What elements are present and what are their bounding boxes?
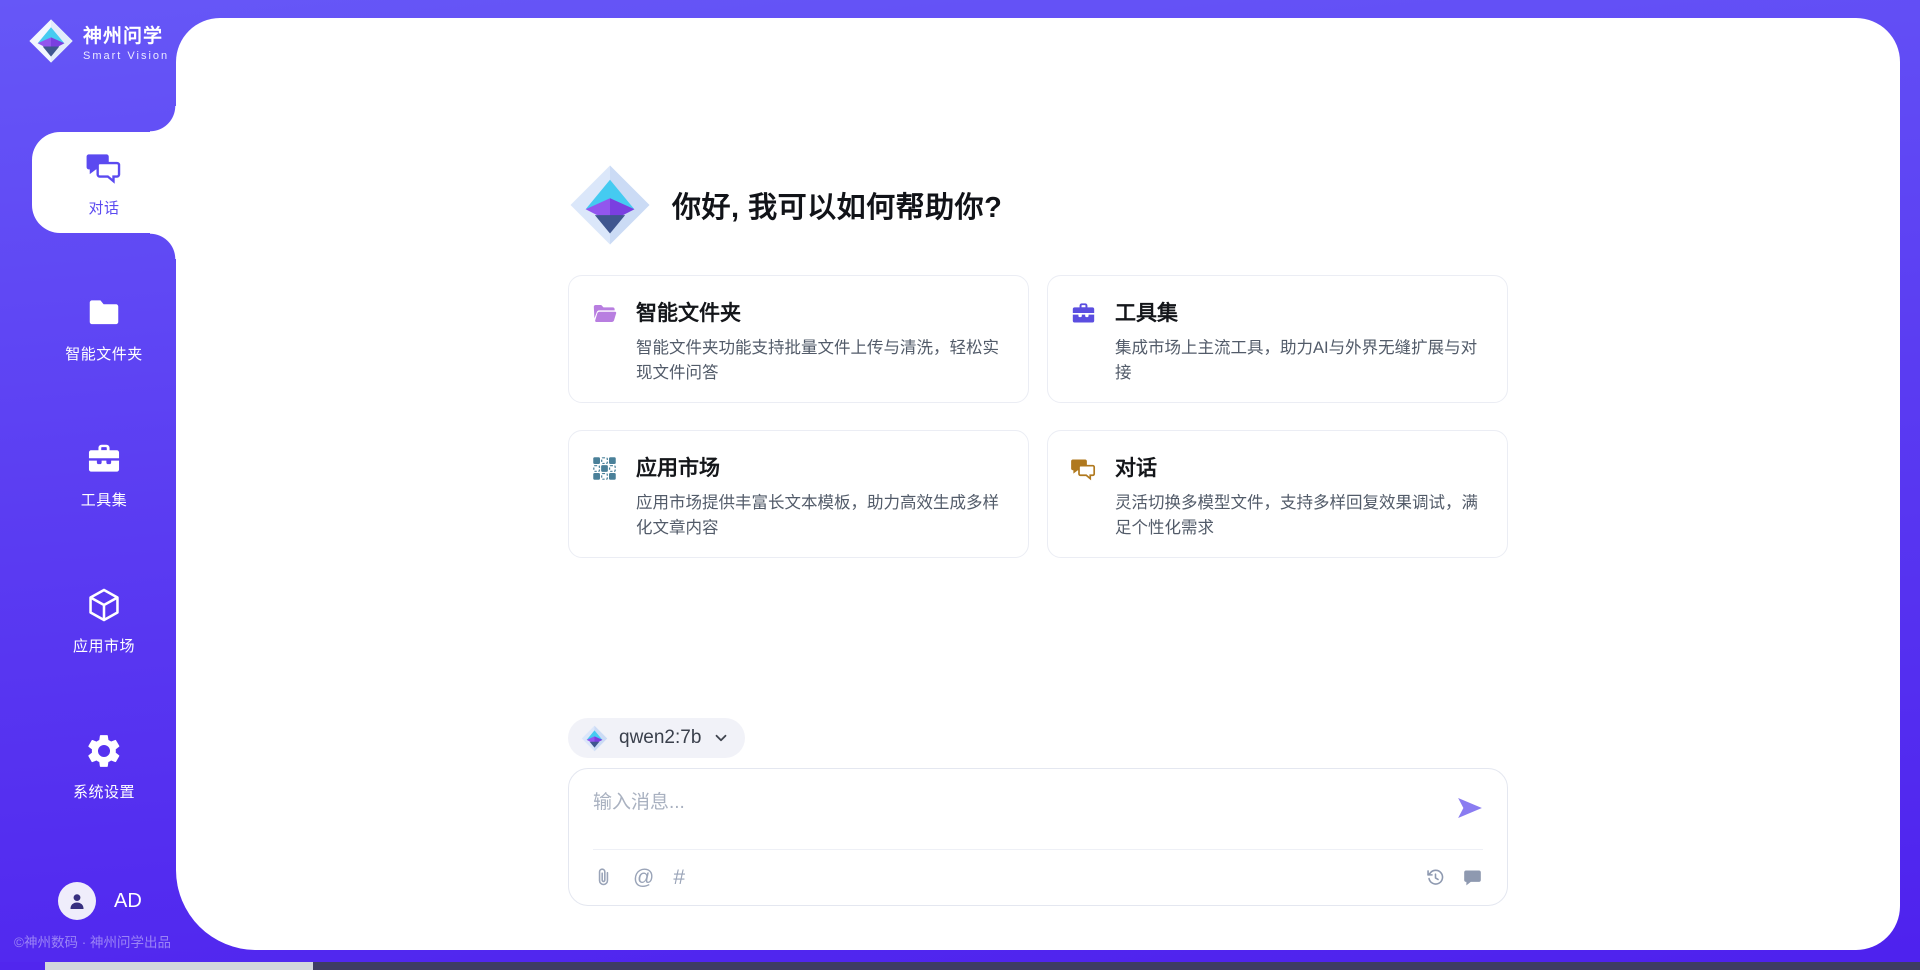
briefcase-icon xyxy=(1070,300,1097,402)
horizontal-scrollbar[interactable] xyxy=(0,962,1920,970)
brand: 神州问学 Smart Vision xyxy=(28,18,169,64)
send-plane-icon xyxy=(1455,793,1485,823)
greeting: 你好, 我可以如何帮助你? xyxy=(568,163,1002,247)
send-button[interactable] xyxy=(1455,793,1485,823)
copyright-footer: ©神州数码 · 神州问学出品 xyxy=(14,931,171,951)
sidebar-item-smart-folder[interactable]: 智能文件夹 xyxy=(32,278,176,379)
card-description: 集成市场上主流工具，助力AI与外界无缝扩展与对接 xyxy=(1115,336,1481,386)
sidebar-item-label: 对话 xyxy=(88,197,119,218)
card-description: 灵活切换多模型文件，支持多样回复效果调试，满足个性化需求 xyxy=(1115,491,1481,541)
folder-icon xyxy=(85,294,123,332)
greeting-text: 你好, 我可以如何帮助你? xyxy=(672,184,1002,226)
sidebar-item-toolbox[interactable]: 工具集 xyxy=(32,424,176,525)
scrollbar-gap xyxy=(0,962,45,970)
scrollbar-thumb[interactable] xyxy=(45,962,313,970)
folder-open-icon xyxy=(591,300,618,402)
chat-bubbles-icon xyxy=(1070,455,1097,557)
model-selector[interactable]: qwen2:7b xyxy=(568,718,745,758)
gem-diamond-icon xyxy=(581,725,608,752)
user-initials: AD xyxy=(114,890,142,913)
sidebar-item-settings[interactable]: 系统设置 xyxy=(32,716,176,817)
sidebar: 神州问学 Smart Vision 对话 智能文件夹 xyxy=(0,0,176,970)
paperclip-icon xyxy=(593,867,614,888)
at-mention-button[interactable]: @ xyxy=(633,867,654,888)
gear-icon xyxy=(85,732,123,770)
sidebar-item-label: 系统设置 xyxy=(73,781,135,802)
hash-topic-button[interactable]: # xyxy=(673,867,685,888)
sidebar-item-label: 智能文件夹 xyxy=(65,343,143,364)
attach-file-button[interactable] xyxy=(593,867,614,888)
avatar xyxy=(58,882,96,920)
chat-bubble-icon xyxy=(1462,867,1483,888)
sidebar-item-label: 工具集 xyxy=(81,489,128,510)
card-title: 应用市场 xyxy=(636,452,1002,482)
sidebar-item-chat[interactable]: 对话 xyxy=(32,132,176,233)
gem-diamond-icon xyxy=(28,18,74,64)
toolbox-icon xyxy=(85,440,123,478)
sidebar-item-app-market[interactable]: 应用市场 xyxy=(32,570,176,671)
card-title: 工具集 xyxy=(1115,297,1481,327)
brand-subtitle: Smart Vision xyxy=(83,50,169,62)
cube-icon xyxy=(85,586,123,624)
card-smart-folder[interactable]: 智能文件夹 智能文件夹功能支持批量文件上传与清洗，轻松实现文件问答 xyxy=(568,275,1029,403)
message-input[interactable] xyxy=(593,787,1413,845)
card-description: 智能文件夹功能支持批量文件上传与清洗，轻松实现文件问答 xyxy=(636,336,1002,386)
chevron-down-icon xyxy=(712,729,730,747)
sidebar-nav: 对话 智能文件夹 工具集 xyxy=(0,132,176,862)
card-title: 智能文件夹 xyxy=(636,297,1002,327)
brand-name: 神州问学 xyxy=(83,21,169,48)
user-profile[interactable]: AD xyxy=(58,882,142,920)
history-button[interactable] xyxy=(1425,867,1446,888)
new-chat-button[interactable] xyxy=(1462,867,1483,888)
chat-bubbles-icon xyxy=(85,148,123,186)
grid-icon xyxy=(591,455,618,557)
history-icon xyxy=(1425,867,1446,888)
model-name: qwen2:7b xyxy=(619,727,701,749)
sidebar-item-label: 应用市场 xyxy=(73,635,135,656)
card-chat[interactable]: 对话 灵活切换多模型文件，支持多样回复效果调试，满足个性化需求 xyxy=(1047,430,1508,558)
person-icon xyxy=(65,889,89,913)
card-title: 对话 xyxy=(1115,452,1481,482)
feature-cards: 智能文件夹 智能文件夹功能支持批量文件上传与清洗，轻松实现文件问答 工具集 集成… xyxy=(568,275,1508,558)
main-panel: 你好, 我可以如何帮助你? 智能文件夹 智能文件夹功能支持批量文件上传与清洗，轻… xyxy=(176,18,1900,950)
card-description: 应用市场提供丰富长文本模板，助力高效生成多样化文章内容 xyxy=(636,491,1002,541)
composer-toolbar: @ # xyxy=(593,849,1483,905)
card-app-market[interactable]: 应用市场 应用市场提供丰富长文本模板，助力高效生成多样化文章内容 xyxy=(568,430,1029,558)
gem-diamond-icon xyxy=(568,163,652,247)
message-composer: @ # xyxy=(568,768,1508,906)
card-toolbox[interactable]: 工具集 集成市场上主流工具，助力AI与外界无缝扩展与对接 xyxy=(1047,275,1508,403)
